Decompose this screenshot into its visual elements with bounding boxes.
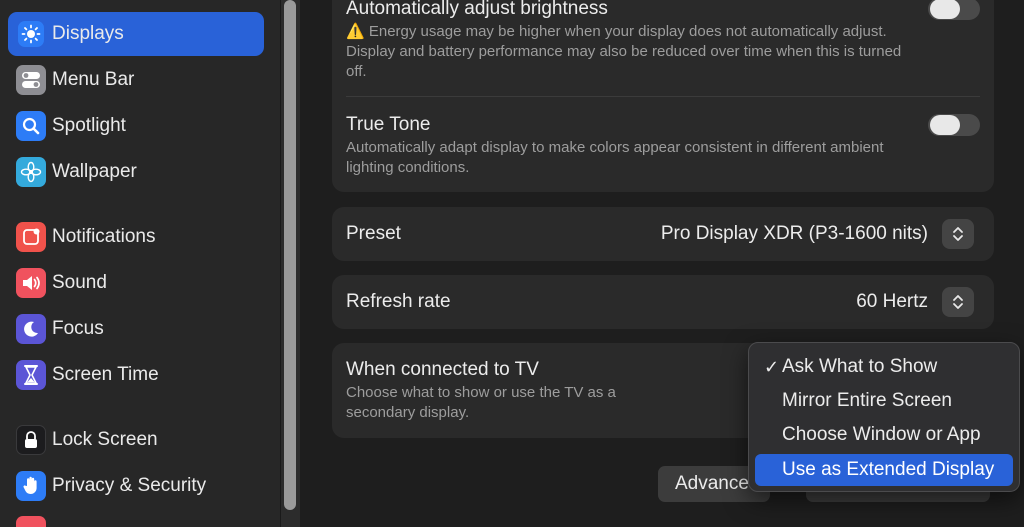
hand-icon [16,471,46,501]
refresh-rate-value[interactable]: 60 Hertz [856,291,928,313]
sidebar-item-menu-bar[interactable]: Menu Bar [8,58,264,102]
sidebar-item-screen-time[interactable]: Screen Time [8,353,264,397]
warning-icon: ⚠️ [346,23,365,40]
touch-id-icon [16,516,46,527]
sidebar-item-label: Lock Screen [52,429,158,450]
sidebar-item-sound[interactable]: Sound [8,261,264,305]
sidebar-item-label: Screen Time [52,364,159,385]
brightness-toggle[interactable] [928,0,980,20]
flower-icon [16,157,46,187]
menu-item-label: Ask What to Show [782,356,938,377]
menu-item-choose-window-or-app[interactable]: Choose Window or App [755,419,1013,451]
sidebar-item-notifications[interactable]: Notifications [8,215,264,259]
toggle-icon [16,65,46,95]
sidebar-item-label: Sound [52,272,107,293]
tv-options-menu: ✓ Ask What to Show Mirror Entire Screen … [748,342,1020,492]
moon-icon [16,314,46,344]
toggle-knob [930,115,960,135]
sidebar-item-label: Menu Bar [52,69,135,90]
true-tone-description: Automatically adapt display to make colo… [346,139,884,176]
tv-description: Choose what to show or use the TV as a s… [346,384,616,421]
brightness-title: Automatically adjust brightness [346,0,608,19]
sidebar-item-label: Spotlight [52,115,126,136]
preset-row: Preset Pro Display XDR (P3-1600 nits) [332,207,994,261]
brightness-card: Automatically adjust brightness ⚠️ Energ… [332,0,994,192]
sidebar-item-label: Privacy & Security [52,475,207,496]
sun-icon [18,21,44,47]
divider [346,96,980,97]
preset-popup-button[interactable] [942,219,974,249]
menu-item-mirror-entire-screen[interactable]: Mirror Entire Screen [755,385,1013,417]
sidebar-item-privacy-security[interactable]: Privacy & Security [8,464,264,508]
sidebar: Displays Menu Bar Spotlight Wallpaper No… [0,0,280,527]
hourglass-icon [16,360,46,390]
refresh-rate-row: Refresh rate 60 Hertz [332,275,994,329]
checkmark-icon: ✓ [764,356,780,377]
sidebar-item-displays[interactable]: Displays [8,12,264,56]
sidebar-item-label: Wallpaper [52,161,137,182]
sidebar-item-label: Displays [52,23,124,44]
bell-icon [16,222,46,252]
refresh-rate-label: Refresh rate [346,291,451,312]
menu-item-use-as-extended-display[interactable]: Use as Extended Display [755,454,1013,486]
sidebar-item-lock-screen[interactable]: Lock Screen [8,418,264,462]
chevron-updown-icon [953,227,963,241]
refresh-rate-popup-button[interactable] [942,287,974,317]
speaker-icon [16,268,46,298]
preset-label: Preset [346,223,401,244]
sidebar-item-label: Focus [52,318,104,339]
true-tone-toggle[interactable] [928,114,980,136]
menu-item-label: Choose Window or App [782,424,981,445]
toggle-knob [930,0,960,19]
lock-icon [16,425,46,455]
sidebar-item-label: Notifications [52,226,156,247]
chevron-updown-icon [953,295,963,309]
menu-item-ask-what-to-show[interactable]: ✓ Ask What to Show [755,351,1013,383]
preset-value[interactable]: Pro Display XDR (P3-1600 nits) [661,223,928,245]
menu-item-label: Mirror Entire Screen [782,390,952,411]
brightness-description: ⚠️ Energy usage may be higher when your … [346,23,902,80]
true-tone-title: True Tone [346,114,431,135]
sidebar-scrollbar-thumb[interactable] [284,0,296,510]
magnifier-icon [16,111,46,141]
sidebar-item-focus[interactable]: Focus [8,307,264,351]
sidebar-item-wallpaper[interactable]: Wallpaper [8,150,264,194]
tv-title: When connected to TV [346,359,539,380]
menu-item-label: Use as Extended Display [782,459,995,480]
sidebar-item-spotlight[interactable]: Spotlight [8,104,264,148]
